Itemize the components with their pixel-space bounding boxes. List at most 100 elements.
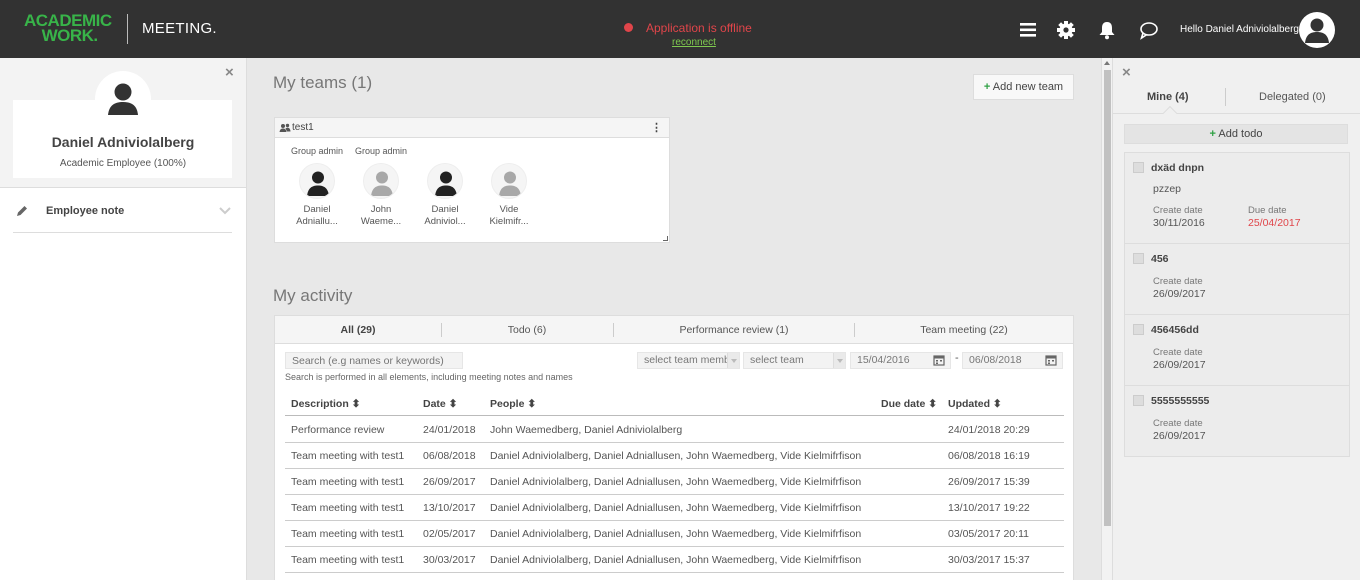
active-tab-indicator (1162, 105, 1178, 121)
todo-item[interactable]: 456456dd Create date 26/09/2017 (1125, 315, 1349, 386)
team-member-select[interactable]: select team memb (637, 352, 740, 369)
reconnect-link[interactable]: reconnect (672, 37, 716, 48)
row-people: John Waemedberg, Daniel Adniviolalberg (490, 424, 683, 436)
tab-mine[interactable]: Mine (4) (1147, 91, 1189, 103)
row-people: Daniel Adniviolalberg, Daniel Adnialluse… (490, 502, 862, 514)
team-member[interactable]: Group admin Daniel Adniallu... (286, 146, 348, 228)
table-row[interactable]: Team meeting with test1 30/03/2017 Danie… (285, 547, 1064, 573)
row-updated: 13/10/2017 19:22 (948, 502, 1030, 514)
team-select[interactable]: select team (743, 352, 846, 369)
row-description: Team meeting with test1 (291, 450, 405, 462)
calendar-icon[interactable] (1040, 353, 1062, 368)
calendar-icon[interactable] (928, 353, 950, 368)
table-row[interactable]: Team meeting with test1 13/10/2017 Danie… (285, 495, 1064, 521)
row-updated: 26/09/2017 15:39 (948, 476, 1030, 488)
team-select-value: select team (750, 354, 804, 366)
due-date-label: Due date (1248, 205, 1287, 216)
column-people[interactable]: People ⬍ (490, 398, 536, 410)
scroll-up-icon[interactable] (1104, 61, 1110, 65)
table-row[interactable]: Team meeting with test1 26/09/2017 Danie… (285, 469, 1064, 495)
employee-name: Daniel Adniviolalberg (51, 134, 195, 150)
row-people: Daniel Adniviolalberg, Daniel Adnialluse… (490, 554, 862, 566)
date-range-separator: - (955, 352, 959, 364)
tab-team-meeting[interactable]: Team meeting (22) (855, 316, 1073, 344)
row-date: 26/09/2017 (423, 476, 476, 488)
due-date-value: 25/04/2017 (1248, 217, 1301, 229)
todo-checkbox[interactable] (1133, 253, 1144, 264)
tab-all[interactable]: All (29) (275, 316, 441, 344)
tab-delegated[interactable]: Delegated (0) (1259, 91, 1326, 103)
main-scrollbar[interactable] (1101, 58, 1112, 580)
user-avatar[interactable] (1299, 12, 1335, 48)
member-name: Daniel Adniallu... (296, 204, 338, 227)
app-title: MEETING. (142, 20, 217, 37)
chevron-down-icon[interactable] (218, 204, 232, 218)
column-date[interactable]: Date ⬍ (423, 398, 457, 410)
bell-icon[interactable] (1096, 19, 1118, 41)
table-row[interactable]: Performance review 24/01/2018 John Waeme… (285, 417, 1064, 443)
todo-checkbox[interactable] (1133, 162, 1144, 173)
todo-item[interactable]: 5555555555 Create date 26/09/2017 (1125, 386, 1349, 456)
todo-title: 5555555555 (1151, 395, 1210, 407)
date-to-input[interactable]: 06/08/2018 (962, 352, 1063, 369)
team-member[interactable]: Daniel Adniviol... (414, 146, 476, 228)
team-name: test1 (292, 122, 314, 133)
tab-underline (1113, 113, 1360, 114)
date-from-input[interactable]: 15/04/2016 (850, 352, 951, 369)
table-row[interactable]: Team meeting with test1 02/05/2017 Danie… (285, 521, 1064, 547)
create-date-value: 26/09/2017 (1153, 430, 1206, 442)
todo-title: dxäd dnpn (1151, 162, 1205, 174)
activity-tabs: All (29) Todo (6) Performance review (1)… (275, 316, 1073, 344)
row-people: Daniel Adniviolalberg, Daniel Adnialluse… (490, 476, 862, 488)
column-due-date[interactable]: Due date ⬍ (881, 398, 937, 410)
row-description: Performance review (291, 424, 385, 436)
user-greeting: Hello Daniel Adniviolalberg! (1180, 24, 1302, 35)
todo-checkbox[interactable] (1133, 324, 1144, 335)
users-icon (279, 122, 291, 134)
offline-status-dot (624, 23, 633, 32)
todo-item[interactable]: dxäd dnpn pzzep Create date 30/11/2016 D… (1125, 153, 1349, 244)
row-date: 06/08/2018 (423, 450, 476, 462)
create-date-value: 26/09/2017 (1153, 359, 1206, 371)
tab-performance-review[interactable]: Performance review (1) (614, 316, 854, 344)
plus-icon: + (983, 81, 991, 93)
column-updated[interactable]: Updated ⬍ (948, 398, 1002, 410)
create-date-label: Create date (1153, 418, 1203, 429)
menu-icon[interactable] (1018, 19, 1040, 41)
offline-status-text: Application is offline (646, 21, 752, 35)
tab-todo[interactable]: Todo (6) (442, 316, 612, 344)
employee-profile: × Daniel Adniviolalberg Academic Employe… (0, 58, 246, 188)
add-todo-button[interactable]: + Add todo (1124, 124, 1348, 144)
date-to-value: 06/08/2018 (969, 354, 1022, 366)
date-from-value: 15/04/2016 (857, 354, 910, 366)
team-member[interactable]: Group admin John Waeme... (350, 146, 412, 228)
row-updated: 06/08/2018 16:19 (948, 450, 1030, 462)
member-avatar (491, 163, 527, 199)
logo-line-2: WORK. (41, 26, 99, 45)
row-date: 02/05/2017 (423, 528, 476, 540)
add-new-team-button[interactable]: + Add new team (973, 74, 1074, 100)
todo-item[interactable]: 456 Create date 26/09/2017 (1125, 244, 1349, 315)
chat-icon[interactable] (1138, 19, 1160, 41)
team-member[interactable]: Vide Kielmifr... (478, 146, 540, 228)
gear-icon[interactable] (1056, 19, 1078, 41)
resize-handle[interactable] (663, 236, 668, 241)
add-new-team-label: Add new team (992, 81, 1064, 93)
team-menu-icon[interactable]: ⋮ (651, 121, 662, 134)
academic-work-logo[interactable]: ACADEMIC WORK. (24, 12, 112, 45)
search-input[interactable] (285, 352, 463, 369)
todo-checkbox[interactable] (1133, 395, 1144, 406)
row-date: 24/01/2018 (423, 424, 476, 436)
scrollbar-thumb[interactable] (1104, 70, 1111, 526)
team-card[interactable]: test1 ⋮ Group admin Daniel Adniallu... Gr… (274, 117, 670, 243)
close-todo-panel-button[interactable]: × (1122, 64, 1131, 81)
create-date-label: Create date (1153, 205, 1203, 216)
top-bar: ACADEMIC WORK. MEETING. Application is o… (0, 0, 1360, 58)
todo-list: dxäd dnpn pzzep Create date 30/11/2016 D… (1124, 152, 1350, 457)
search-hint: Search is performed in all elements, inc… (285, 372, 573, 382)
table-row[interactable]: Team meeting with test1 06/08/2018 Danie… (285, 443, 1064, 469)
close-employee-panel-button[interactable]: × (225, 64, 234, 81)
column-description[interactable]: Description ⬍ (291, 398, 360, 410)
employee-note-section[interactable]: Employee note (13, 198, 232, 233)
todo-description: pzzep (1153, 183, 1182, 195)
